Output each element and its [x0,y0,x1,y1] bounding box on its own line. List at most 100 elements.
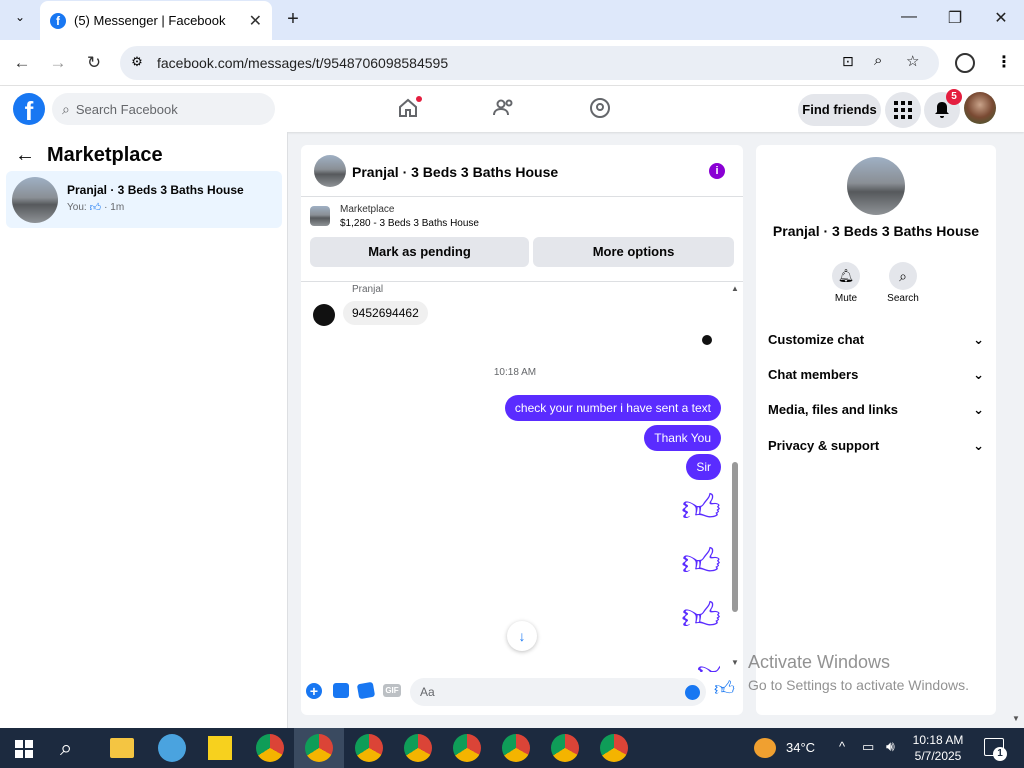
outgoing-message[interactable]: Thank You [644,425,721,451]
section-chat-members[interactable]: Chat members ⌄ [768,367,984,383]
emoji-icon[interactable] [685,685,700,700]
conversation-item[interactable]: Pranjal · 3 Beds 3 Baths House You: 👍︎ ·… [6,171,282,228]
scroll-down-arrow-icon[interactable]: ▼ [731,658,739,667]
friends-icon[interactable] [492,96,516,123]
back-icon[interactable]: ← [11,52,33,74]
watermark-subtitle: Go to Settings to activate Windows. [748,677,969,693]
maximize-icon[interactable]: ❐ [940,8,970,32]
conversation-preview: You: 👍︎ · 1m [67,201,124,214]
sender-avatar[interactable] [313,304,335,326]
find-friends-button[interactable]: Find friends [798,94,881,126]
sticky-notes-icon[interactable] [208,736,232,760]
conversation-name: Pranjal · 3 Beds 3 Baths House [67,183,244,197]
mute-label[interactable]: Mute [826,293,866,304]
chat-avatar[interactable] [314,155,346,187]
details-search-icon[interactable]: ⌕ [889,262,917,290]
chrome-icon[interactable] [355,734,383,762]
chrome-icon[interactable] [305,734,333,762]
thumbs-up-icon[interactable]: 👍︎ [681,489,721,529]
site-info-icon[interactable]: ⚙ [128,54,146,72]
message-input[interactable]: Aa [410,678,706,706]
mark-as-pending-button[interactable]: Mark as pending [310,237,529,267]
thumbs-up-icon[interactable]: 👍︎ [681,543,721,583]
chat-details-panel: Pranjal · 3 Beds 3 Baths House 🔔︎ Mute ⌕… [756,145,996,715]
preview-prefix: You: [67,202,87,213]
tab-title: (5) Messenger | Facebook [74,13,226,28]
url-text[interactable]: facebook.com/messages/t/9548706098584595 [157,55,448,71]
scrollbar-thumb[interactable] [732,462,738,612]
thumbs-up-icon-partial: 👍︎ [696,654,720,672]
chat-title[interactable]: Pranjal · 3 Beds 3 Baths House [352,164,558,180]
listing-small-thumbnail [310,206,330,226]
incoming-message[interactable]: 9452694462 [343,301,428,325]
chat-header: Pranjal · 3 Beds 3 Baths House i [301,145,743,197]
facebook-logo-icon[interactable]: f [13,93,45,126]
new-tab-icon[interactable]: + [282,8,304,32]
marketplace-label: Marketplace [340,204,395,215]
sidebar-title: Marketplace [47,144,163,166]
temperature[interactable]: 34°C [786,740,815,755]
reload-icon[interactable]: ↻ [83,52,105,74]
scroll-up-arrow-icon[interactable]: ▲ [731,284,739,293]
photo-icon[interactable] [333,683,349,698]
back-arrow-icon[interactable]: ← [15,144,35,167]
outgoing-message[interactable]: check your number i have sent a text [504,395,721,421]
groups-icon[interactable] [588,96,612,123]
forward-icon[interactable]: → [47,52,69,74]
info-icon[interactable]: i [709,163,725,179]
chrome-icon[interactable] [600,734,628,762]
windows-start-icon[interactable] [15,740,33,761]
message-input-placeholder: Aa [420,685,435,699]
paint-app-icon[interactable] [158,734,186,762]
taskbar-search-icon[interactable]: ⌕ [60,735,72,761]
section-media-files-links[interactable]: Media, files and links ⌄ [768,402,984,418]
chrome-icon[interactable] [256,734,284,762]
page-scroll-down-arrow-icon[interactable]: ▼ [1012,714,1020,723]
profile-icon[interactable] [955,53,975,73]
file-explorer-icon[interactable] [110,738,134,758]
chrome-icon[interactable] [404,734,432,762]
listing-price-title[interactable]: $1,280 - 3 Beds 3 Baths House [340,218,479,229]
add-attachment-icon[interactable]: + [306,683,322,699]
marketplace-listing-bar: Marketplace $1,280 - 3 Beds 3 Baths Hous… [301,198,743,280]
bookmark-star-icon[interactable]: ☆ [906,52,919,70]
volume-icon[interactable]: 🔊︎ [886,738,895,755]
tab-list-chevron-icon[interactable]: ⌄ [10,10,30,30]
message-composer: + GIF Aa 👍︎ [301,671,743,715]
details-avatar[interactable] [847,157,905,215]
mute-bell-icon[interactable]: 🔔︎ [832,262,860,290]
clock[interactable]: 10:18 AM 5/7/2025 [910,732,966,764]
chrome-icon[interactable] [453,734,481,762]
thumbs-up-icon[interactable]: 👍︎ [681,597,721,637]
minimize-icon[interactable]: — [894,8,924,32]
menu-grid-icon[interactable] [885,92,921,128]
chevron-down-icon: ⌄ [973,438,984,453]
section-customize-chat[interactable]: Customize chat ⌄ [768,332,984,348]
browser-tab[interactable]: f (5) Messenger | Facebook ✕ [40,1,272,40]
chrome-icon[interactable] [551,734,579,762]
network-icon[interactable]: ▭ [862,739,874,755]
thread-scrollbar[interactable]: ▲ ▼ [731,284,739,670]
sticker-icon[interactable] [356,681,376,700]
search-label[interactable]: Search [883,293,923,304]
facebook-search-input[interactable]: ⌕ Search Facebook [52,93,275,125]
more-options-button[interactable]: More options [533,237,734,267]
message-thread: Pranjal 9452694462 10:18 AM check your n… [301,281,743,672]
weather-icon[interactable] [754,738,776,758]
preview-suffix: · 1m [104,202,125,213]
send-like-icon[interactable]: 👍︎ [714,677,735,701]
zoom-icon[interactable]: ⌕ [874,52,882,69]
gif-icon[interactable]: GIF [383,684,401,697]
outgoing-message[interactable]: Sir [686,454,721,480]
close-tab-icon[interactable]: ✕ [249,11,262,31]
omnibox[interactable]: ⚙ facebook.com/messages/t/95487060985845… [120,46,939,80]
chrome-icon[interactable] [502,734,530,762]
scroll-down-icon[interactable]: ↓ [507,621,537,651]
home-icon[interactable] [396,96,422,123]
account-avatar[interactable] [964,92,996,124]
window-close-icon[interactable]: ✕ [986,8,1016,32]
browser-menu-icon[interactable]: ⋮ [996,52,1012,72]
section-privacy-support[interactable]: Privacy & support ⌄ [768,438,984,454]
install-app-icon[interactable]: ⊡ [842,53,854,70]
tray-chevron-up-icon[interactable]: ^ [839,739,845,754]
